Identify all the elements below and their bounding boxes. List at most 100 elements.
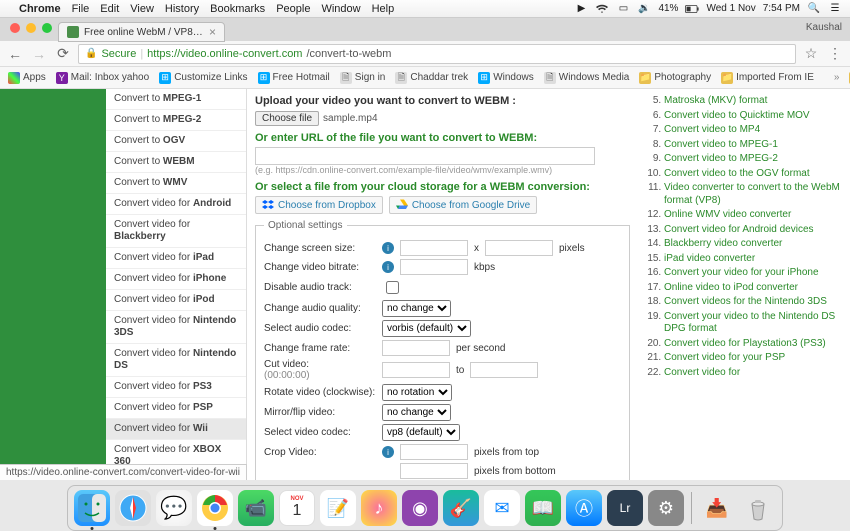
dock-downloads[interactable]: 📥 [699, 490, 735, 526]
bookmark-winmedia[interactable]: 🗎Windows Media [544, 72, 630, 84]
leftnav-item[interactable]: Convert video for PSP [106, 398, 246, 419]
spotlight-icon[interactable]: 🔍 [807, 3, 821, 15]
bookmark-customize[interactable]: ⊞Customize Links [159, 72, 247, 84]
leftnav-item[interactable]: Convert to WMV [106, 173, 246, 194]
audio-quality-select[interactable]: no change [382, 300, 451, 317]
nav-forward-icon[interactable]: → [30, 45, 48, 63]
related-link[interactable]: Convert video for [664, 367, 842, 380]
browser-tab[interactable]: Free online WebM / VP8 conv × [58, 22, 225, 42]
dock-chrome[interactable] [197, 490, 233, 526]
dropbox-button[interactable]: Choose from Dropbox [255, 196, 383, 214]
source-url-input[interactable] [255, 147, 595, 165]
related-link[interactable]: Convert your video for your iPhone [664, 267, 842, 280]
related-link[interactable]: Blackberry video converter [664, 238, 842, 251]
dock-messages[interactable]: 💬 [156, 490, 192, 526]
bookmark-yahoo[interactable]: YMail: Inbox yahoo [56, 72, 149, 84]
dock-lightroom[interactable]: Lr [607, 490, 643, 526]
leftnav-item[interactable]: Convert video for iPad [106, 248, 246, 269]
battery-pct[interactable]: 41% [658, 3, 678, 14]
bookmark-windows[interactable]: ⊞Windows [478, 72, 534, 84]
chrome-profile-label[interactable]: Kaushal [806, 22, 842, 33]
battery-icon[interactable] [685, 3, 699, 15]
height-input[interactable] [485, 240, 553, 256]
width-input[interactable] [400, 240, 468, 256]
leftnav-item[interactable]: Convert video for Blackberry [106, 215, 246, 248]
dock-finder[interactable] [74, 490, 110, 526]
leftnav-item[interactable]: Convert video for Android [106, 194, 246, 215]
bookmarks-overflow-icon[interactable]: » [834, 72, 840, 83]
notifications-icon[interactable]: ☰ [828, 3, 842, 15]
choose-file-button[interactable]: Choose file [255, 111, 319, 126]
dock-calendar[interactable]: NOV1 [279, 490, 315, 526]
dock-podcasts[interactable]: ◉ [402, 490, 438, 526]
menu-file[interactable]: File [72, 3, 90, 15]
mirror-select[interactable]: no change [382, 404, 451, 421]
related-link[interactable]: Convert video to the OGV format [664, 168, 842, 181]
dock-itunes[interactable]: ♪ [361, 490, 397, 526]
menu-people[interactable]: People [276, 3, 310, 15]
related-link[interactable]: Convert videos for the Nintendo 3DS [664, 296, 842, 309]
dock-appstore[interactable]: Ⓐ [566, 490, 602, 526]
bookmark-hotmail[interactable]: ⊞Free Hotmail [258, 72, 330, 84]
dock-facetime[interactable]: 📹 [238, 490, 274, 526]
nav-reload-icon[interactable]: ⟳ [54, 45, 72, 63]
leftnav-item[interactable]: Convert to MPEG-1 [106, 89, 246, 110]
info-icon[interactable]: i [382, 261, 394, 273]
related-link[interactable]: Video converter to convert to the WebM f… [664, 182, 842, 207]
menubar-time[interactable]: 7:54 PM [763, 3, 800, 14]
leftnav-item[interactable]: Convert video for Nintendo DS [106, 344, 246, 377]
menu-edit[interactable]: Edit [100, 3, 119, 15]
leftnav-item[interactable]: Convert video for Wii [106, 419, 246, 440]
related-link[interactable]: Convert video to MPEG-2 [664, 153, 842, 166]
dock-notes[interactable]: 📝 [320, 490, 356, 526]
related-link[interactable]: Convert video to MPEG-1 [664, 139, 842, 152]
bookmark-signin[interactable]: 🗎Sign in [340, 72, 386, 84]
leftnav-item[interactable]: Convert to OGV [106, 131, 246, 152]
related-link[interactable]: iPad video converter [664, 253, 842, 266]
crop-top-input[interactable] [400, 444, 468, 460]
leftnav-item[interactable]: Convert to MPEG-2 [106, 110, 246, 131]
screen-mirror-icon[interactable]: ▭ [616, 3, 630, 15]
related-link[interactable]: Convert video for your PSP [664, 352, 842, 365]
leftnav-item[interactable]: Convert video for iPhone [106, 269, 246, 290]
chrome-menu-icon[interactable]: ⋮ [826, 45, 844, 63]
wifi-icon[interactable] [595, 3, 609, 15]
related-link[interactable]: Convert video to MP4 [664, 124, 842, 137]
crop-bottom-input[interactable] [400, 463, 468, 479]
nav-back-icon[interactable]: ← [6, 45, 24, 63]
cut-end-input[interactable] [470, 362, 538, 378]
leftnav-item[interactable]: Convert video for Nintendo 3DS [106, 311, 246, 344]
related-link[interactable]: Matroska (MKV) format [664, 95, 842, 108]
related-link[interactable]: Online video to iPod converter [664, 282, 842, 295]
dock-sysprefs[interactable]: ⚙ [648, 490, 684, 526]
disable-audio-checkbox[interactable] [386, 281, 399, 294]
menu-window[interactable]: Window [321, 3, 360, 15]
menu-view[interactable]: View [130, 3, 154, 15]
menu-history[interactable]: History [165, 3, 199, 15]
bookmark-photography[interactable]: 📁Photography [639, 72, 711, 84]
omnibox[interactable]: 🔒 Secure | https://video.online-convert.… [78, 44, 796, 64]
window-minimize[interactable] [26, 23, 36, 33]
related-link[interactable]: Convert video to Quicktime MOV [664, 110, 842, 123]
framerate-input[interactable] [382, 340, 450, 356]
apps-button[interactable]: Apps [8, 72, 46, 84]
dock-trash[interactable] [740, 490, 776, 526]
volume-icon[interactable]: 🔉 [637, 3, 651, 15]
quicktime-icon[interactable]: ▶ [574, 3, 588, 15]
dock-safari[interactable] [115, 490, 151, 526]
gdrive-button[interactable]: Choose from Google Drive [389, 196, 537, 214]
bookmark-imported[interactable]: 📁Imported From IE [721, 72, 814, 84]
info-icon[interactable]: i [382, 242, 394, 254]
cut-start-input[interactable] [382, 362, 450, 378]
dock-garageband[interactable]: 🎸 [443, 490, 479, 526]
window-zoom[interactable] [42, 23, 52, 33]
dock-mail[interactable]: ✉ [484, 490, 520, 526]
related-link[interactable]: Convert your video to the Nintendo DS DP… [664, 311, 842, 336]
leftnav-item[interactable]: Convert video for PS3 [106, 377, 246, 398]
tab-close-icon[interactable]: × [209, 25, 216, 39]
bookmark-chaddar[interactable]: 🗎Chaddar trek [395, 72, 468, 84]
menu-bookmarks[interactable]: Bookmarks [210, 3, 265, 15]
bookmark-star-icon[interactable]: ☆ [802, 45, 820, 63]
menu-help[interactable]: Help [372, 3, 395, 15]
leftnav-item[interactable]: Convert video for iPod [106, 290, 246, 311]
